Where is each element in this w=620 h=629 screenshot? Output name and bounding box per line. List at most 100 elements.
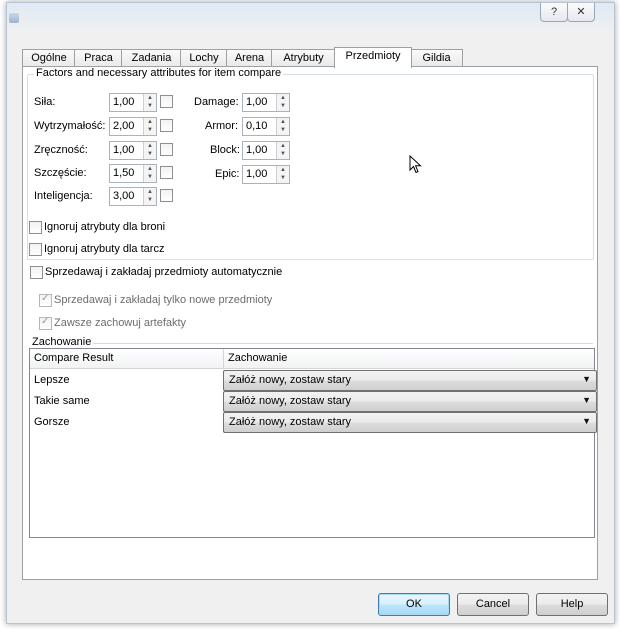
help-title-button[interactable]: ? [540,3,568,22]
spin-up-icon[interactable]: ▲ [144,94,156,102]
block-label: Block: [210,144,240,156]
action-dropdown[interactable]: Załóż nowy, zostaw stary ▼ [223,391,597,412]
table-row: Gorsze Załóż nowy, zostaw stary ▼ [30,412,597,433]
checkmark-icon: ✓ [41,316,50,327]
zrecznosc-value: 1,00 [113,144,135,156]
epic-label: Epic: [215,168,240,180]
row-result: Takie same [34,395,90,407]
tab-ogolne[interactable]: Ogólne [22,49,76,67]
spin-down-icon[interactable]: ▼ [144,196,156,204]
behavior-title: Zachowanie [32,336,92,348]
damage-value: 1,00 [246,96,268,108]
dropdown-value: Załóż nowy, zostaw stary [229,374,352,386]
spin-arrows[interactable]: ▲ ▼ [276,94,289,111]
tab-praca[interactable]: Praca [74,49,123,67]
row-result: Lepsze [34,374,70,386]
spin-down-icon[interactable]: ▼ [277,102,289,110]
spin-up-icon[interactable]: ▲ [277,142,289,150]
action-dropdown[interactable]: Załóż nowy, zostaw stary ▼ [223,370,597,391]
only-new-checkbox[interactable]: ✓ [39,293,52,307]
close-title-button[interactable]: ✕ [567,3,595,22]
wytrzymalosc-checkbox[interactable] [160,119,173,132]
szczescie-spinbox[interactable]: 1,50 ▲ ▼ [109,164,157,183]
sila-label: Siła: [34,96,56,108]
row-result: Gorsze [34,416,70,428]
dropdown-arrow-icon[interactable]: ▼ [582,395,591,405]
epic-spinbox[interactable]: 1,00 ▲ ▼ [242,165,290,184]
dropdown-arrow-icon[interactable]: ▼ [582,374,591,384]
tab-zadania[interactable]: Zadania [121,49,182,67]
spin-down-icon[interactable]: ▼ [144,150,156,158]
ignore-shield-label[interactable]: Ignoruj atrybuty dla tarcz [44,243,164,255]
spin-arrows[interactable]: ▲ ▼ [143,142,156,159]
auto-sell-checkbox[interactable] [30,266,43,279]
spin-down-icon[interactable]: ▼ [277,126,289,134]
szczescie-checkbox[interactable] [160,166,173,179]
checkmark-icon: ✓ [41,293,50,304]
ignore-weapon-checkbox[interactable] [29,221,42,234]
wytrzymalosc-spinbox[interactable]: 2,00 ▲ ▼ [109,117,157,136]
mouse-cursor-icon [409,155,422,174]
spin-arrows[interactable]: ▲ ▼ [276,142,289,159]
ok-button[interactable]: OK [378,593,450,616]
spin-arrows[interactable]: ▲ ▼ [143,94,156,111]
ignore-shield-checkbox[interactable] [29,243,42,256]
spin-arrows[interactable]: ▲ ▼ [143,188,156,205]
zrecznosc-checkbox[interactable] [160,143,173,156]
spin-up-icon[interactable]: ▲ [144,165,156,173]
table-row: Takie same Załóż nowy, zostaw stary ▼ [30,391,597,412]
only-new-label[interactable]: Sprzedawaj i zakładaj tylko nowe przedmi… [54,294,272,306]
tab-przedmioty[interactable]: Przedmioty [334,47,412,68]
tab-gildia[interactable]: Gildia [410,49,463,67]
wytrzymalosc-value: 2,00 [113,120,135,132]
spin-up-icon[interactable]: ▲ [144,142,156,150]
spin-up-icon[interactable]: ▲ [277,166,289,174]
title-bar: ? ✕ [7,3,614,33]
block-spinbox[interactable]: 1,00 ▲ ▼ [242,141,290,160]
armor-label: Armor: [205,120,238,132]
spin-up-icon[interactable]: ▲ [277,118,289,126]
action-dropdown[interactable]: Załóż nowy, zostaw stary ▼ [223,412,597,433]
column-header-compare-result[interactable]: Compare Result [30,349,113,368]
block-value: 1,00 [246,144,268,156]
behavior-separator [93,343,593,344]
dropdown-value: Załóż nowy, zostaw stary [229,416,352,428]
inteligencja-spinbox[interactable]: 3,00 ▲ ▼ [109,187,157,206]
dropdown-arrow-icon[interactable]: ▼ [582,416,591,426]
spin-up-icon[interactable]: ▲ [277,94,289,102]
zrecznosc-label: Zręczność: [34,144,88,156]
wytrzymalosc-label: Wytrzymałość: [34,120,106,132]
szczescie-label: Szczęście: [34,167,87,179]
spin-up-icon[interactable]: ▲ [144,118,156,126]
tab-atrybuty[interactable]: Atrybuty [271,49,336,67]
keep-artifacts-checkbox[interactable]: ✓ [39,316,52,330]
tab-arena[interactable]: Arena [226,49,273,67]
sila-spinbox[interactable]: 1,00 ▲ ▼ [109,93,157,112]
spin-arrows[interactable]: ▲ ▼ [276,118,289,135]
spin-up-icon[interactable]: ▲ [144,188,156,196]
cancel-button[interactable]: Cancel [457,593,529,616]
column-header-zachowanie[interactable]: Zachowanie [224,349,287,368]
damage-spinbox[interactable]: 1,00 ▲ ▼ [242,93,290,112]
armor-spinbox[interactable]: 0,10 ▲ ▼ [242,117,290,136]
epic-value: 1,00 [246,168,268,180]
behavior-table: Compare Result Zachowanie Lepsze Załóż n… [29,348,597,538]
szczescie-value: 1,50 [113,167,135,179]
help-button[interactable]: Help [536,593,608,616]
ignore-weapon-label[interactable]: Ignoruj atrybuty dla broni [44,221,165,233]
spin-down-icon[interactable]: ▼ [144,102,156,110]
spin-down-icon[interactable]: ▼ [144,126,156,134]
spin-arrows[interactable]: ▲ ▼ [143,165,156,182]
spin-arrows[interactable]: ▲ ▼ [276,166,289,183]
keep-artifacts-label[interactable]: Zawsze zachowuj artefakty [54,317,186,329]
auto-sell-label[interactable]: Sprzedawaj i zakładaj przedmioty automat… [45,266,282,278]
spin-down-icon[interactable]: ▼ [144,173,156,181]
inteligencja-checkbox[interactable] [160,189,173,202]
tab-lochy[interactable]: Lochy [180,49,228,67]
spin-arrows[interactable]: ▲ ▼ [143,118,156,135]
spin-down-icon[interactable]: ▼ [277,150,289,158]
zrecznosc-spinbox[interactable]: 1,00 ▲ ▼ [109,141,157,160]
spin-down-icon[interactable]: ▼ [277,174,289,182]
sila-checkbox[interactable] [160,95,173,108]
dropdown-value: Załóż nowy, zostaw stary [229,395,352,407]
